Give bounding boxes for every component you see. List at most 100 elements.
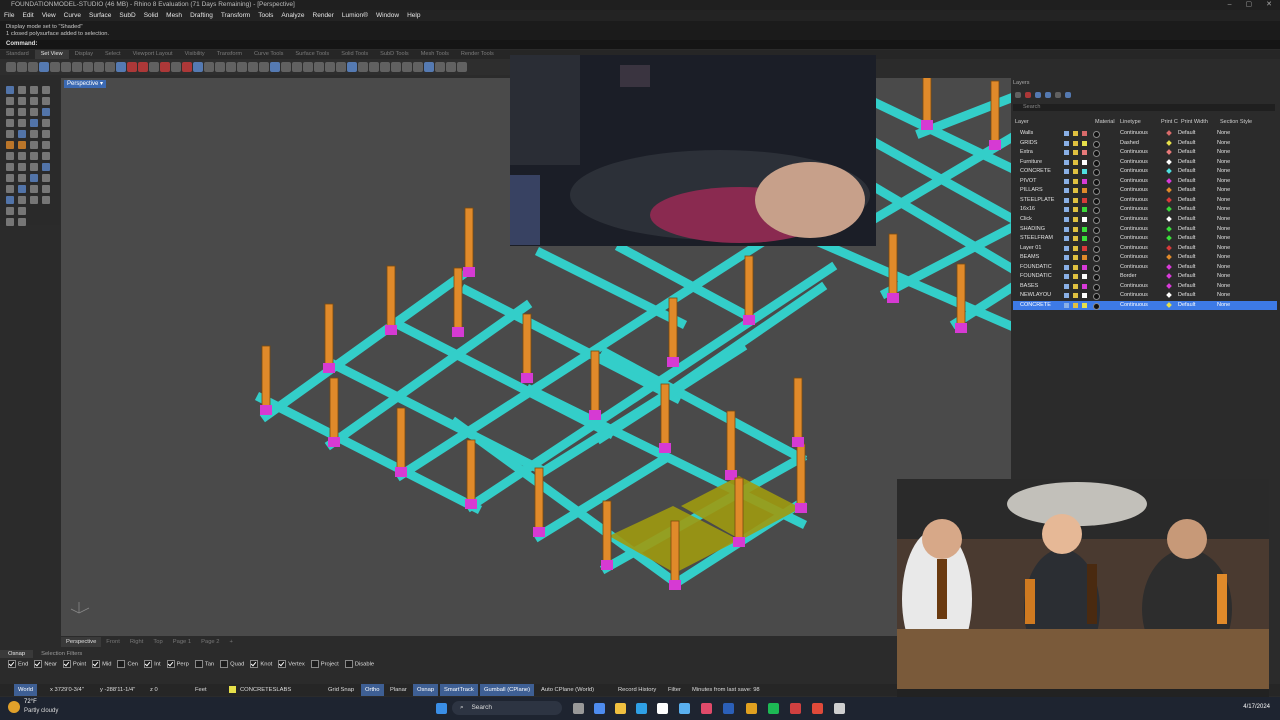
layer-print-width[interactable]: Default [1178,196,1195,206]
toolbar-tab-solid-tools[interactable]: Solid Tools [335,50,374,59]
print-color-icon[interactable] [1166,187,1172,194]
tool-button-icon[interactable] [303,62,313,72]
filter-icon[interactable] [1055,92,1061,98]
visible-icon[interactable] [1064,140,1069,146]
layer-row[interactable]: BASES Continuous Default None [1013,282,1277,292]
toolbar-tab-display[interactable]: Display [69,50,99,59]
taskbar-search[interactable]: ⌕ Search [452,701,562,715]
osnap-mid[interactable]: Mid [92,660,111,668]
layer-print-width[interactable]: Default [1178,253,1195,263]
view-tab-front[interactable]: Front [101,637,125,647]
gumball-toggle[interactable]: Gumball (CPlane) [480,684,535,696]
layer-section-style[interactable]: None [1217,148,1230,158]
material-icon[interactable] [1093,150,1100,158]
col-linetype[interactable]: Linetype [1120,119,1141,125]
layer-row[interactable]: Layer 01 Continuous Default None [1013,244,1277,254]
close-icon[interactable]: ✕ [1266,0,1272,10]
current-layer[interactable]: CONCRETESLABS [240,684,291,696]
lock-icon[interactable] [1073,216,1078,222]
material-icon[interactable] [1093,159,1100,167]
tool-icon[interactable] [30,152,38,160]
toolbar-tab-standard[interactable]: Standard [0,50,35,59]
material-icon[interactable] [1093,302,1100,310]
mail-icon[interactable] [679,703,690,714]
layer-row[interactable]: BEAMS Continuous Default None [1013,253,1277,263]
layer-section-style[interactable]: None [1217,291,1230,301]
material-icon[interactable] [1093,216,1100,224]
print-color-icon[interactable] [1166,235,1172,241]
visible-icon[interactable] [1064,178,1069,184]
layer-print-width[interactable]: Default [1178,263,1195,273]
auto-cplane-toggle[interactable]: Auto CPlane (World) [541,684,594,696]
tool-icon[interactable] [42,119,50,127]
lock-icon[interactable] [1073,302,1078,308]
layer-print-width[interactable]: Default [1178,148,1195,158]
layer-row[interactable]: STEELFRAM Continuous Default None [1013,234,1277,244]
lock-icon[interactable] [1073,236,1078,242]
tool-button-icon[interactable] [17,62,27,72]
layer-linetype[interactable]: Continuous [1120,205,1148,215]
layer-row[interactable]: FOUNDATIC Continuous Default None [1013,263,1277,273]
layer-section-style[interactable]: None [1217,167,1230,177]
tool-icon[interactable] [42,97,50,105]
print-color-icon[interactable] [1166,158,1172,165]
layer-linetype[interactable]: Continuous [1120,225,1148,235]
layer-section-style[interactable]: None [1217,158,1230,168]
osnap-quad[interactable]: Quad [220,660,244,668]
osnap-disable[interactable]: Disable [344,660,374,668]
osnap-vertex[interactable]: Vertex [278,660,305,668]
weather-icon[interactable] [8,701,20,713]
material-icon[interactable] [1093,197,1100,205]
visible-icon[interactable] [1064,188,1069,194]
tool-icon[interactable] [6,196,14,204]
material-icon[interactable] [1093,226,1100,234]
layer-row[interactable]: 16x16 Continuous Default None [1013,205,1277,215]
visible-icon[interactable] [1064,236,1069,242]
checkbox-icon[interactable] [250,660,259,668]
print-color-icon[interactable] [1166,244,1172,251]
layer-linetype[interactable]: Border [1120,272,1137,282]
print-color-icon[interactable] [1166,149,1172,155]
layer-section-style[interactable]: None [1217,177,1230,187]
toolbar-tab-select[interactable]: Select [99,50,127,59]
tool-button-icon[interactable] [94,62,104,72]
visible-icon[interactable] [1064,150,1069,156]
tool-button-icon[interactable] [446,62,456,72]
task-view-icon[interactable] [573,703,584,714]
visible-icon[interactable] [1064,226,1069,232]
tool-icon[interactable] [18,185,26,193]
menu-item-tools[interactable]: Tools [258,12,273,19]
layer-row[interactable]: PILLARS Continuous Default None [1013,186,1277,196]
col-layer[interactable]: Layer [1015,119,1029,125]
layer-row[interactable]: SHADING Continuous Default None [1013,225,1277,235]
layer-section-style[interactable]: None [1217,205,1230,215]
material-icon[interactable] [1093,274,1100,282]
print-color-icon[interactable] [1166,282,1172,289]
menu-item-help[interactable]: Help [407,12,420,19]
menu-item-file[interactable]: File [4,12,14,19]
layer-print-width[interactable]: Default [1178,129,1195,139]
weather-temp[interactable]: 72°F [24,699,37,705]
material-icon[interactable] [1093,188,1100,196]
layer-print-width[interactable]: Default [1178,139,1195,149]
print-color-icon[interactable] [1166,197,1172,203]
tool-icon[interactable] [42,108,50,116]
osnap-point[interactable]: Point [62,660,86,668]
checkbox-icon[interactable] [220,660,229,668]
visible-icon[interactable] [1064,255,1069,261]
menu-item-edit[interactable]: Edit [22,12,33,19]
tool-icon[interactable] [42,163,50,171]
tool-button-icon[interactable] [391,62,401,72]
osnap-toggle[interactable]: Osnap [413,684,439,696]
tool-button-icon[interactable] [182,62,192,72]
tool-icon[interactable] [18,207,26,215]
layer-print-width[interactable]: Default [1178,205,1195,215]
layer-section-style[interactable]: None [1217,234,1230,244]
toolbar-tab-curve-tools[interactable]: Curve Tools [248,50,289,59]
checkbox-icon[interactable] [117,660,126,668]
layer-print-width[interactable]: Default [1178,225,1195,235]
tool-icon[interactable] [6,108,14,116]
visible-icon[interactable] [1064,197,1069,203]
layer-linetype[interactable]: Dashed [1120,139,1139,149]
tool-icon[interactable] [42,185,50,193]
